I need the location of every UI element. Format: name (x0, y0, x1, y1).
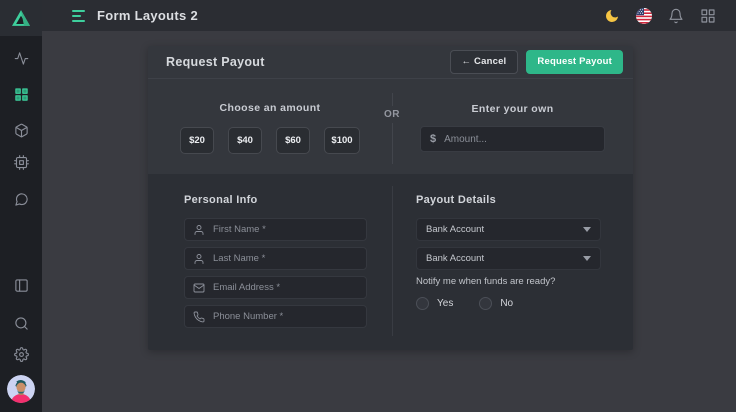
card-header: Request Payout ← Cancel Request Payout (148, 46, 633, 79)
app-window: Form Layouts 2 (0, 0, 736, 412)
choose-amount-label: Choose an amount (220, 102, 321, 114)
gear-icon (14, 347, 29, 362)
sidebar-item-search[interactable] (0, 310, 42, 336)
preset-amount-button[interactable]: $20 (180, 127, 214, 154)
payout-details-heading: Payout Details (416, 194, 633, 206)
dollar-icon: $ (430, 133, 436, 145)
radio-label: Yes (437, 298, 453, 309)
personal-info-heading: Personal Info (184, 194, 392, 206)
request-payout-button[interactable]: Request Payout (526, 50, 623, 74)
notify-question: Notify me when funds are ready? (416, 276, 633, 287)
sidebar-item-dashboard[interactable] (0, 81, 42, 107)
radio-yes[interactable]: Yes (416, 297, 453, 310)
language-selector[interactable] (635, 7, 652, 24)
radio-circle-icon (416, 297, 429, 310)
chat-icon (14, 192, 29, 207)
app-logo[interactable] (0, 0, 42, 36)
email-field-wrap (184, 276, 367, 299)
apps-menu-button[interactable] (699, 7, 716, 24)
notifications-button[interactable] (667, 7, 684, 24)
search-icon (14, 316, 29, 331)
email-icon (193, 282, 205, 294)
menu-toggle-icon[interactable] (72, 10, 85, 22)
radio-circle-icon (479, 297, 492, 310)
user-icon (193, 224, 205, 236)
grid-menu-icon (700, 8, 716, 24)
payout-details-column: Payout Details Bank Account Bank Account… (392, 174, 633, 350)
user-icon (193, 253, 205, 265)
triangle-logo-icon (12, 10, 30, 26)
dashboard-grid-icon (14, 87, 29, 102)
cpu-icon (14, 155, 29, 170)
user-avatar[interactable] (7, 375, 35, 403)
sidebar-item-extra[interactable] (0, 149, 42, 175)
cube-icon (14, 123, 29, 138)
first-name-input[interactable] (213, 224, 358, 235)
bank-account-select-1[interactable]: Bank Account (416, 218, 601, 241)
radio-label: No (500, 298, 513, 309)
chevron-down-icon (583, 256, 591, 261)
notify-radio-group: Yes No (416, 297, 633, 310)
sidebar-item-activity[interactable] (0, 45, 42, 71)
preset-amount-button[interactable]: $60 (276, 127, 310, 154)
sidebar-item-messages[interactable] (0, 186, 42, 212)
phone-icon (193, 311, 205, 323)
sidebar (0, 0, 42, 412)
card-actions: ← Cancel Request Payout (450, 50, 624, 74)
bank-account-select-2[interactable]: Bank Account (416, 247, 601, 270)
email-input[interactable] (213, 282, 358, 293)
bell-icon (668, 8, 684, 24)
first-name-field-wrap (184, 218, 367, 241)
header-actions (603, 7, 736, 24)
vertical-divider (392, 93, 393, 164)
phone-input[interactable] (213, 311, 358, 322)
layout-icon (14, 278, 29, 293)
last-name-input[interactable] (213, 253, 358, 264)
preset-amount-button[interactable]: $40 (228, 127, 262, 154)
amount-input[interactable] (444, 134, 595, 145)
details-section: Personal Info (148, 174, 633, 350)
sidebar-item-settings[interactable] (0, 341, 42, 367)
activity-icon (14, 51, 29, 66)
cancel-button[interactable]: ← Cancel (450, 50, 519, 74)
select-value: Bank Account (426, 224, 484, 235)
request-payout-card: Request Payout ← Cancel Request Payout C… (148, 46, 633, 350)
choose-amount-group: Choose an amount $20 $40 $60 $100 (148, 79, 392, 174)
enter-your-own-label: Enter your own (471, 103, 553, 115)
card-title: Request Payout (166, 55, 265, 69)
preset-amounts: $20 $40 $60 $100 (180, 127, 360, 154)
preset-amount-button[interactable]: $100 (324, 127, 360, 154)
or-separator: OR (380, 106, 404, 123)
custom-amount-group: Enter your own $ (392, 79, 633, 174)
amount-section: Choose an amount $20 $40 $60 $100 OR Ent… (148, 79, 633, 174)
chevron-down-icon (583, 227, 591, 232)
sidebar-item-layout[interactable] (0, 272, 42, 298)
vertical-divider (392, 186, 393, 336)
us-flag-icon (636, 8, 652, 24)
last-name-field-wrap (184, 247, 367, 270)
avatar-image (7, 375, 35, 403)
page-title: Form Layouts 2 (97, 8, 198, 23)
radio-no[interactable]: No (479, 297, 513, 310)
theme-toggle[interactable] (603, 7, 620, 24)
phone-field-wrap (184, 305, 367, 328)
moon-icon (604, 8, 620, 24)
top-header: Form Layouts 2 (42, 0, 736, 31)
select-value: Bank Account (426, 253, 484, 264)
amount-input-wrap: $ (420, 126, 605, 152)
sidebar-item-components[interactable] (0, 117, 42, 143)
personal-info-column: Personal Info (148, 174, 392, 350)
